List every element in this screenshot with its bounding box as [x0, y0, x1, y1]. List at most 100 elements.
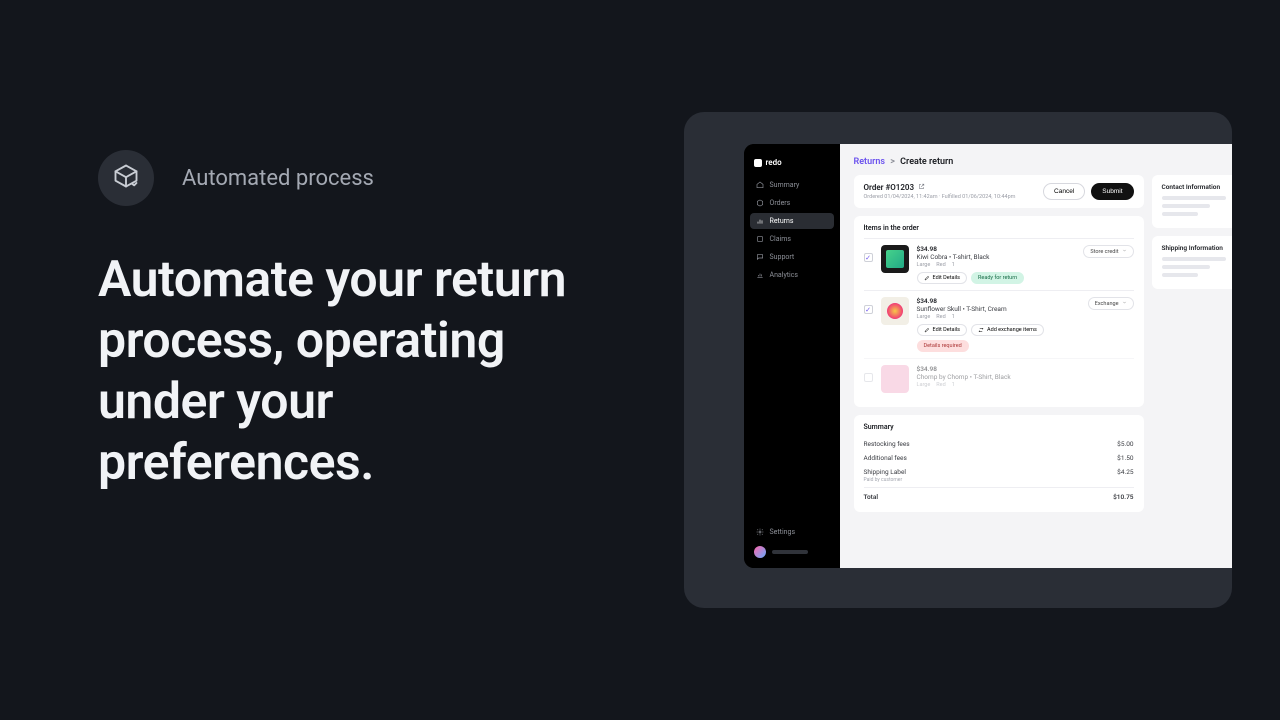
breadcrumb-root[interactable]: Returns	[854, 157, 886, 167]
edit-details-button[interactable]: Edit Details	[917, 272, 968, 284]
home-icon	[756, 181, 764, 189]
sidebar-item-label: Analytics	[770, 271, 799, 279]
cube-icon	[756, 199, 764, 207]
items-title: Items in the order	[864, 224, 1134, 232]
variant-size: Large	[917, 262, 931, 268]
item-checkbox[interactable]	[864, 373, 873, 382]
chat-icon	[756, 253, 764, 261]
sidebar-item-analytics[interactable]: Analytics	[750, 267, 834, 283]
line-item: $34.98 Kiwi Cobra • T-shirt, Black Large…	[864, 238, 1134, 290]
submit-button[interactable]: Submit	[1091, 183, 1133, 200]
breadcrumb-separator: >	[890, 157, 895, 167]
product-thumbnail	[881, 245, 909, 273]
sidebar-item-label: Settings	[770, 528, 796, 536]
summary-total-label: Total	[864, 493, 879, 501]
variant-color: Red	[936, 382, 945, 388]
sidebar-item-orders[interactable]: Orders	[750, 195, 834, 211]
shipping-title: Shipping Information	[1162, 244, 1232, 252]
summary-value: $5.00	[1117, 440, 1133, 448]
chart-icon	[756, 271, 764, 279]
item-price: $34.98	[917, 365, 1134, 373]
item-checkbox[interactable]	[864, 305, 873, 314]
sidebar-item-settings[interactable]: Settings	[750, 524, 834, 540]
chevron-down-icon	[822, 272, 828, 278]
sidebar-item-support[interactable]: Support	[750, 249, 834, 265]
pencil-icon	[924, 327, 930, 333]
variant-size: Large	[917, 314, 931, 320]
item-name: Kiwi Cobra • T-shirt, Black	[917, 253, 1076, 261]
feature-icon-badge	[98, 150, 154, 206]
sidebar: redo Summary Orders Return	[744, 144, 840, 568]
resolution-dropdown[interactable]: Exchange	[1088, 297, 1134, 310]
order-meta: Ordered 01/04/2024, 11:42am · Fulfilled …	[864, 194, 1016, 200]
receipt-icon	[756, 235, 764, 243]
chevron-down-icon	[1122, 300, 1127, 307]
variant-qty: 1	[952, 262, 955, 268]
summary-label: Shipping Label	[864, 468, 906, 476]
return-icon	[756, 217, 764, 225]
summary-title: Summary	[864, 423, 1134, 431]
pencil-icon	[924, 275, 930, 281]
sidebar-item-label: Claims	[770, 235, 792, 243]
breadcrumb: Returns > Create return	[854, 157, 954, 167]
sidebar-item-label: Summary	[770, 181, 800, 189]
line-item: $34.98 Chomp by Chomp • T-Shirt, Black L…	[864, 358, 1134, 399]
resolution-dropdown[interactable]: Store credit	[1083, 245, 1133, 258]
order-header-panel: Order #O1203 Ordered 01/04/2024, 11:42am…	[854, 175, 1144, 208]
external-link-icon[interactable]	[918, 183, 925, 192]
summary-label: Restocking fees	[864, 440, 910, 448]
item-checkbox[interactable]	[864, 253, 873, 262]
sidebar-item-label: Support	[770, 253, 795, 261]
shipping-info-panel: Shipping Information	[1152, 236, 1232, 289]
chevron-down-icon	[1122, 248, 1127, 255]
summary-total-value: $10.75	[1113, 493, 1133, 501]
feature-badge-label: Automated process	[182, 166, 374, 191]
summary-value: $1.50	[1117, 454, 1133, 462]
item-price: $34.98	[917, 297, 1080, 305]
user-name-placeholder	[772, 550, 808, 554]
package-icon	[112, 162, 140, 194]
brand-name: redo	[766, 158, 782, 167]
sidebar-item-label: Orders	[770, 199, 791, 207]
sidebar-item-summary[interactable]: Summary	[750, 177, 834, 193]
product-thumbnail	[881, 365, 909, 393]
edit-details-button[interactable]: Edit Details	[917, 324, 968, 336]
swap-icon	[978, 327, 984, 333]
skeleton-line	[1162, 273, 1198, 277]
gear-icon	[756, 528, 764, 536]
skeleton-line	[1162, 265, 1210, 269]
variant-qty: 1	[952, 314, 955, 320]
avatar	[754, 546, 766, 558]
summary-subtext: Paid by customer	[864, 477, 1134, 483]
sidebar-user[interactable]	[750, 540, 834, 560]
headline: Automate your return process, operating …	[98, 250, 595, 494]
item-price: $34.98	[917, 245, 1076, 253]
topbar: Returns > Create return Nova nova.myshop	[840, 144, 1232, 175]
screenshot-card: redo Summary Orders Return	[684, 112, 1232, 608]
variant-qty: 1	[952, 382, 955, 388]
chevron-down-icon	[822, 254, 828, 260]
summary-panel: Summary Restocking fees $5.00 Additional …	[854, 415, 1144, 512]
cancel-button[interactable]: Cancel	[1043, 183, 1085, 200]
skeleton-line	[1162, 212, 1198, 216]
add-exchange-button[interactable]: Add exchange items	[971, 324, 1044, 336]
item-name: Chomp by Chomp • T-Shirt, Black	[917, 373, 1134, 381]
sidebar-item-claims[interactable]: Claims	[750, 231, 834, 247]
skeleton-line	[1162, 204, 1210, 208]
line-item: $34.98 Sunflower Skull • T-Shirt, Cream …	[864, 290, 1134, 358]
embedded-app: redo Summary Orders Return	[744, 144, 1232, 568]
marketing-left-panel: Automated process Automate your return p…	[0, 0, 635, 720]
variant-size: Large	[917, 382, 931, 388]
items-panel: Items in the order $34.98 Kiwi Cobra • T…	[854, 216, 1144, 407]
sidebar-item-label: Returns	[770, 217, 794, 225]
summary-value: $4.25	[1117, 468, 1133, 476]
sidebar-item-returns[interactable]: Returns	[750, 213, 834, 229]
summary-label: Additional fees	[864, 454, 907, 462]
brand-logo[interactable]: redo	[750, 152, 834, 177]
status-badge: Details required	[917, 340, 969, 352]
breadcrumb-current: Create return	[900, 157, 953, 167]
contact-info-panel: Contact Information	[1152, 175, 1232, 228]
variant-color: Red	[936, 262, 945, 268]
variant-color: Red	[936, 314, 945, 320]
status-badge: Ready for return	[971, 272, 1024, 284]
